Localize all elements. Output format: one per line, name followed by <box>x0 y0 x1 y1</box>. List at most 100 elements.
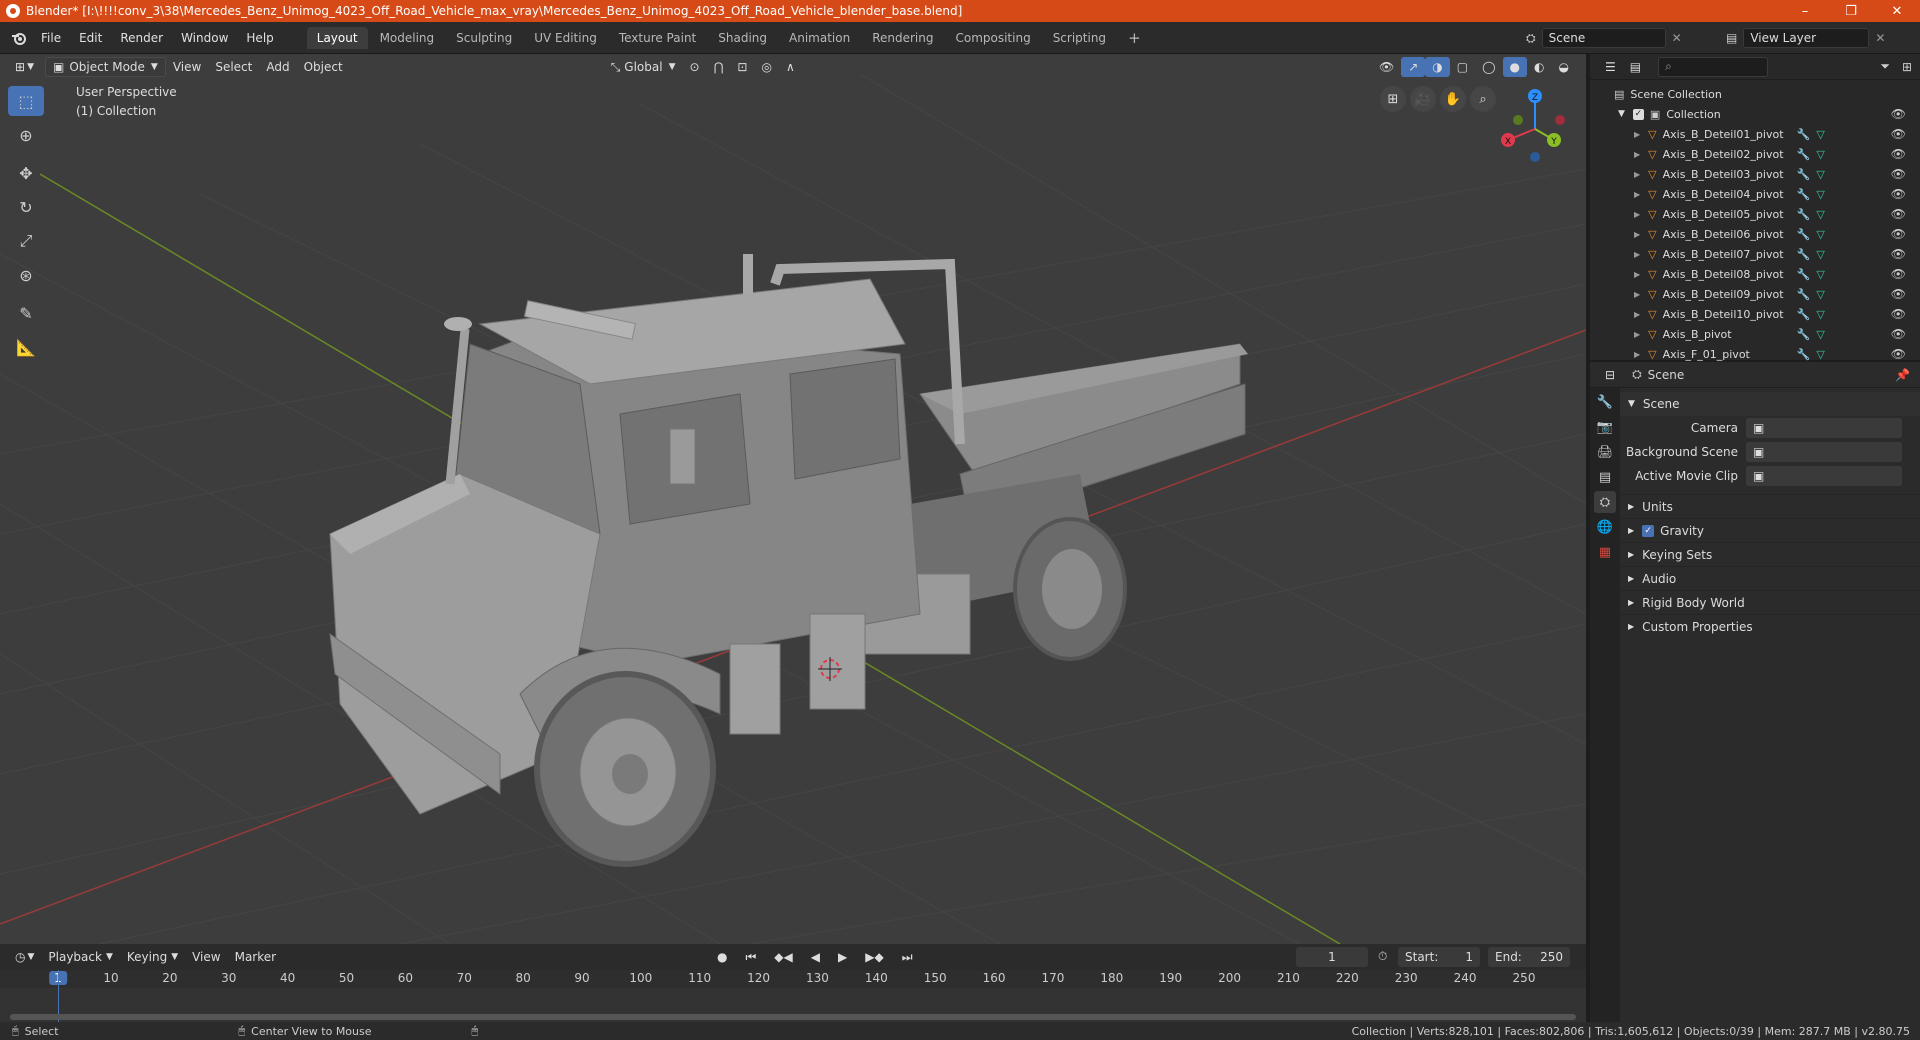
close-button[interactable]: ✕ <box>1874 0 1920 22</box>
transform-orientation-dropdown[interactable]: ⤡ Global ▼ <box>604 57 683 77</box>
outliner-item[interactable]: ▶ ▽ Axis_B_Deteil06_pivot 🔧 ▽ 👁 <box>1590 224 1920 244</box>
expand-arrow-icon[interactable]: ▶ <box>1634 130 1640 139</box>
add-workspace-button[interactable]: + <box>1118 25 1151 51</box>
tool-tab-icon[interactable]: 🔧 <box>1594 391 1616 413</box>
expand-arrow-icon[interactable]: ▶ <box>1634 290 1640 299</box>
tab-modeling[interactable]: Modeling <box>370 27 445 49</box>
expand-arrow-icon[interactable]: ▶ <box>1634 270 1640 279</box>
visibility-dropdown[interactable]: 👁 <box>1372 57 1401 77</box>
tab-rendering[interactable]: Rendering <box>862 27 943 49</box>
proportional-edit-toggle[interactable]: ◎ <box>754 57 778 77</box>
properties-editor-type[interactable]: ⊟ <box>1598 365 1622 385</box>
mesh-data-icon[interactable]: ▽ <box>1816 148 1824 161</box>
view-menu[interactable]: View <box>166 57 208 77</box>
property-section-header[interactable]: ▶ Keying Sets <box>1620 542 1920 566</box>
snap-target-button[interactable]: ⊡ <box>730 57 754 77</box>
view-layer-tab-icon[interactable]: ▤ <box>1594 466 1616 488</box>
axis-gizmo[interactable]: Z X Y <box>1490 84 1570 164</box>
blender-menu-icon[interactable] <box>6 28 32 48</box>
property-value-field[interactable]: ▣ <box>1746 418 1902 438</box>
transform-tool[interactable]: ⊛ <box>8 260 44 290</box>
scale-tool[interactable]: ⤢ <box>8 226 44 256</box>
outliner-item[interactable]: ▶ ▽ Axis_B_Deteil10_pivot 🔧 ▽ 👁 <box>1590 304 1920 324</box>
next-keyframe-icon[interactable]: ▶◆ <box>858 947 890 967</box>
modifier-wrench-icon[interactable]: 🔧 <box>1797 188 1811 201</box>
expand-arrow-icon[interactable]: ▶ <box>1634 230 1640 239</box>
pivot-point-button[interactable]: ⊙ <box>683 57 707 77</box>
tab-scripting[interactable]: Scripting <box>1043 27 1116 49</box>
view-layer-selector[interactable]: View Layer <box>1743 28 1870 48</box>
mesh-data-icon[interactable]: ▽ <box>1816 328 1824 341</box>
eye-icon[interactable]: 👁 <box>1891 227 1906 241</box>
mesh-data-icon[interactable]: ▽ <box>1816 348 1824 361</box>
eye-icon[interactable]: 👁 <box>1891 307 1906 321</box>
play-reverse-icon[interactable]: ◀ <box>804 947 827 967</box>
mesh-data-icon[interactable]: ▽ <box>1816 228 1824 241</box>
outliner-item[interactable]: ▶ ▽ Axis_B_Deteil01_pivot 🔧 ▽ 👁 <box>1590 124 1920 144</box>
render-tab-icon[interactable]: 📷 <box>1594 416 1616 438</box>
cursor-tool[interactable]: ⊕ <box>8 120 44 150</box>
checkbox-icon[interactable]: ✓ <box>1632 108 1644 120</box>
expand-arrow-icon[interactable]: ▶ <box>1634 330 1640 339</box>
outliner-editor-type[interactable]: ☰ <box>1598 57 1623 77</box>
mesh-data-icon[interactable]: ▽ <box>1816 188 1824 201</box>
stopwatch-icon[interactable]: ⏱ <box>1378 949 1387 964</box>
3d-viewport[interactable]: ⊞ ▼ ▣ Object Mode ▼ View Select Add Objec… <box>0 54 1586 944</box>
property-value-field[interactable]: ▣ <box>1746 442 1902 462</box>
gizmo-toggle[interactable]: ↗ <box>1401 57 1426 77</box>
jump-end-icon[interactable]: ⏭ <box>895 947 920 967</box>
timeline-view-menu[interactable]: View <box>185 947 227 967</box>
grid-view-icon[interactable]: ⊞ <box>1380 86 1406 112</box>
editor-type-button[interactable]: ⊞ ▼ <box>8 57 41 77</box>
rotate-tool[interactable]: ↻ <box>8 192 44 222</box>
modifier-wrench-icon[interactable]: 🔧 <box>1797 148 1811 161</box>
modifier-wrench-icon[interactable]: 🔧 <box>1797 328 1811 341</box>
object-menu[interactable]: Object <box>297 57 350 77</box>
tab-texture-paint[interactable]: Texture Paint <box>609 27 706 49</box>
mesh-data-icon[interactable]: ▽ <box>1816 168 1824 181</box>
timeline-editor-type[interactable]: ◷ ▼ <box>8 947 41 967</box>
solid-shading-button[interactable]: ● <box>1502 57 1528 77</box>
xray-toggle[interactable]: ▢ <box>1450 57 1475 77</box>
modifier-wrench-icon[interactable]: 🔧 <box>1797 308 1811 321</box>
marker-menu[interactable]: Marker <box>228 947 283 967</box>
menu-render[interactable]: Render <box>111 31 172 45</box>
mesh-data-icon[interactable]: ▽ <box>1816 308 1824 321</box>
expand-arrow-icon[interactable]: ▼ <box>1618 109 1625 119</box>
current-frame-field[interactable]: 1 <box>1296 947 1368 967</box>
menu-window[interactable]: Window <box>172 31 237 45</box>
outliner-item[interactable]: ▶ ▽ Axis_B_Deteil07_pivot 🔧 ▽ 👁 <box>1590 244 1920 264</box>
world-tab-icon[interactable]: 🌐 <box>1594 516 1616 538</box>
output-tab-icon[interactable]: 🖨 <box>1594 441 1616 463</box>
snap-toggle[interactable]: ⋂ <box>707 57 731 77</box>
eye-icon[interactable]: 👁 <box>1891 167 1906 181</box>
eye-icon[interactable]: 👁 <box>1891 247 1906 261</box>
play-icon[interactable]: ▶ <box>831 947 854 967</box>
scene-panel-header[interactable]: ▼ Scene <box>1620 392 1920 416</box>
overlay-toggle[interactable]: ◑ <box>1425 57 1450 77</box>
pan-hand-icon[interactable]: ✋ <box>1440 86 1466 112</box>
modifier-wrench-icon[interactable]: 🔧 <box>1797 228 1811 241</box>
prev-keyframe-icon[interactable]: ◆◀ <box>767 947 799 967</box>
expand-arrow-icon[interactable]: ▶ <box>1634 210 1640 219</box>
jump-start-icon[interactable]: ⏮ <box>738 947 763 967</box>
pin-icon[interactable]: 📌 <box>1895 368 1910 382</box>
tab-layout[interactable]: Layout <box>306 26 368 49</box>
eye-icon[interactable]: 👁 <box>1891 347 1906 361</box>
mesh-data-icon[interactable]: ▽ <box>1816 248 1824 261</box>
start-frame-field[interactable]: Start: 1 <box>1398 947 1480 967</box>
gravity-checkbox[interactable]: ✓ <box>1642 524 1655 537</box>
eye-icon[interactable]: 👁 <box>1891 187 1906 201</box>
texture-tab-icon[interactable]: ▦ <box>1594 541 1616 563</box>
property-section-header[interactable]: ▶ Custom Properties <box>1620 614 1920 638</box>
camera-view-icon[interactable]: 🎥 <box>1410 86 1436 112</box>
expand-arrow-icon[interactable]: ▶ <box>1634 150 1640 159</box>
expand-arrow-icon[interactable]: ▶ <box>1634 190 1640 199</box>
mesh-data-icon[interactable]: ▽ <box>1816 288 1824 301</box>
tab-compositing[interactable]: Compositing <box>945 27 1040 49</box>
tab-sculpting[interactable]: Sculpting <box>446 27 522 49</box>
scene-tab-icon[interactable]: ⛭ <box>1594 491 1616 513</box>
tab-shading[interactable]: Shading <box>708 27 777 49</box>
expand-arrow-icon[interactable]: ▶ <box>1634 350 1640 359</box>
eye-icon[interactable]: 👁 <box>1891 287 1906 301</box>
